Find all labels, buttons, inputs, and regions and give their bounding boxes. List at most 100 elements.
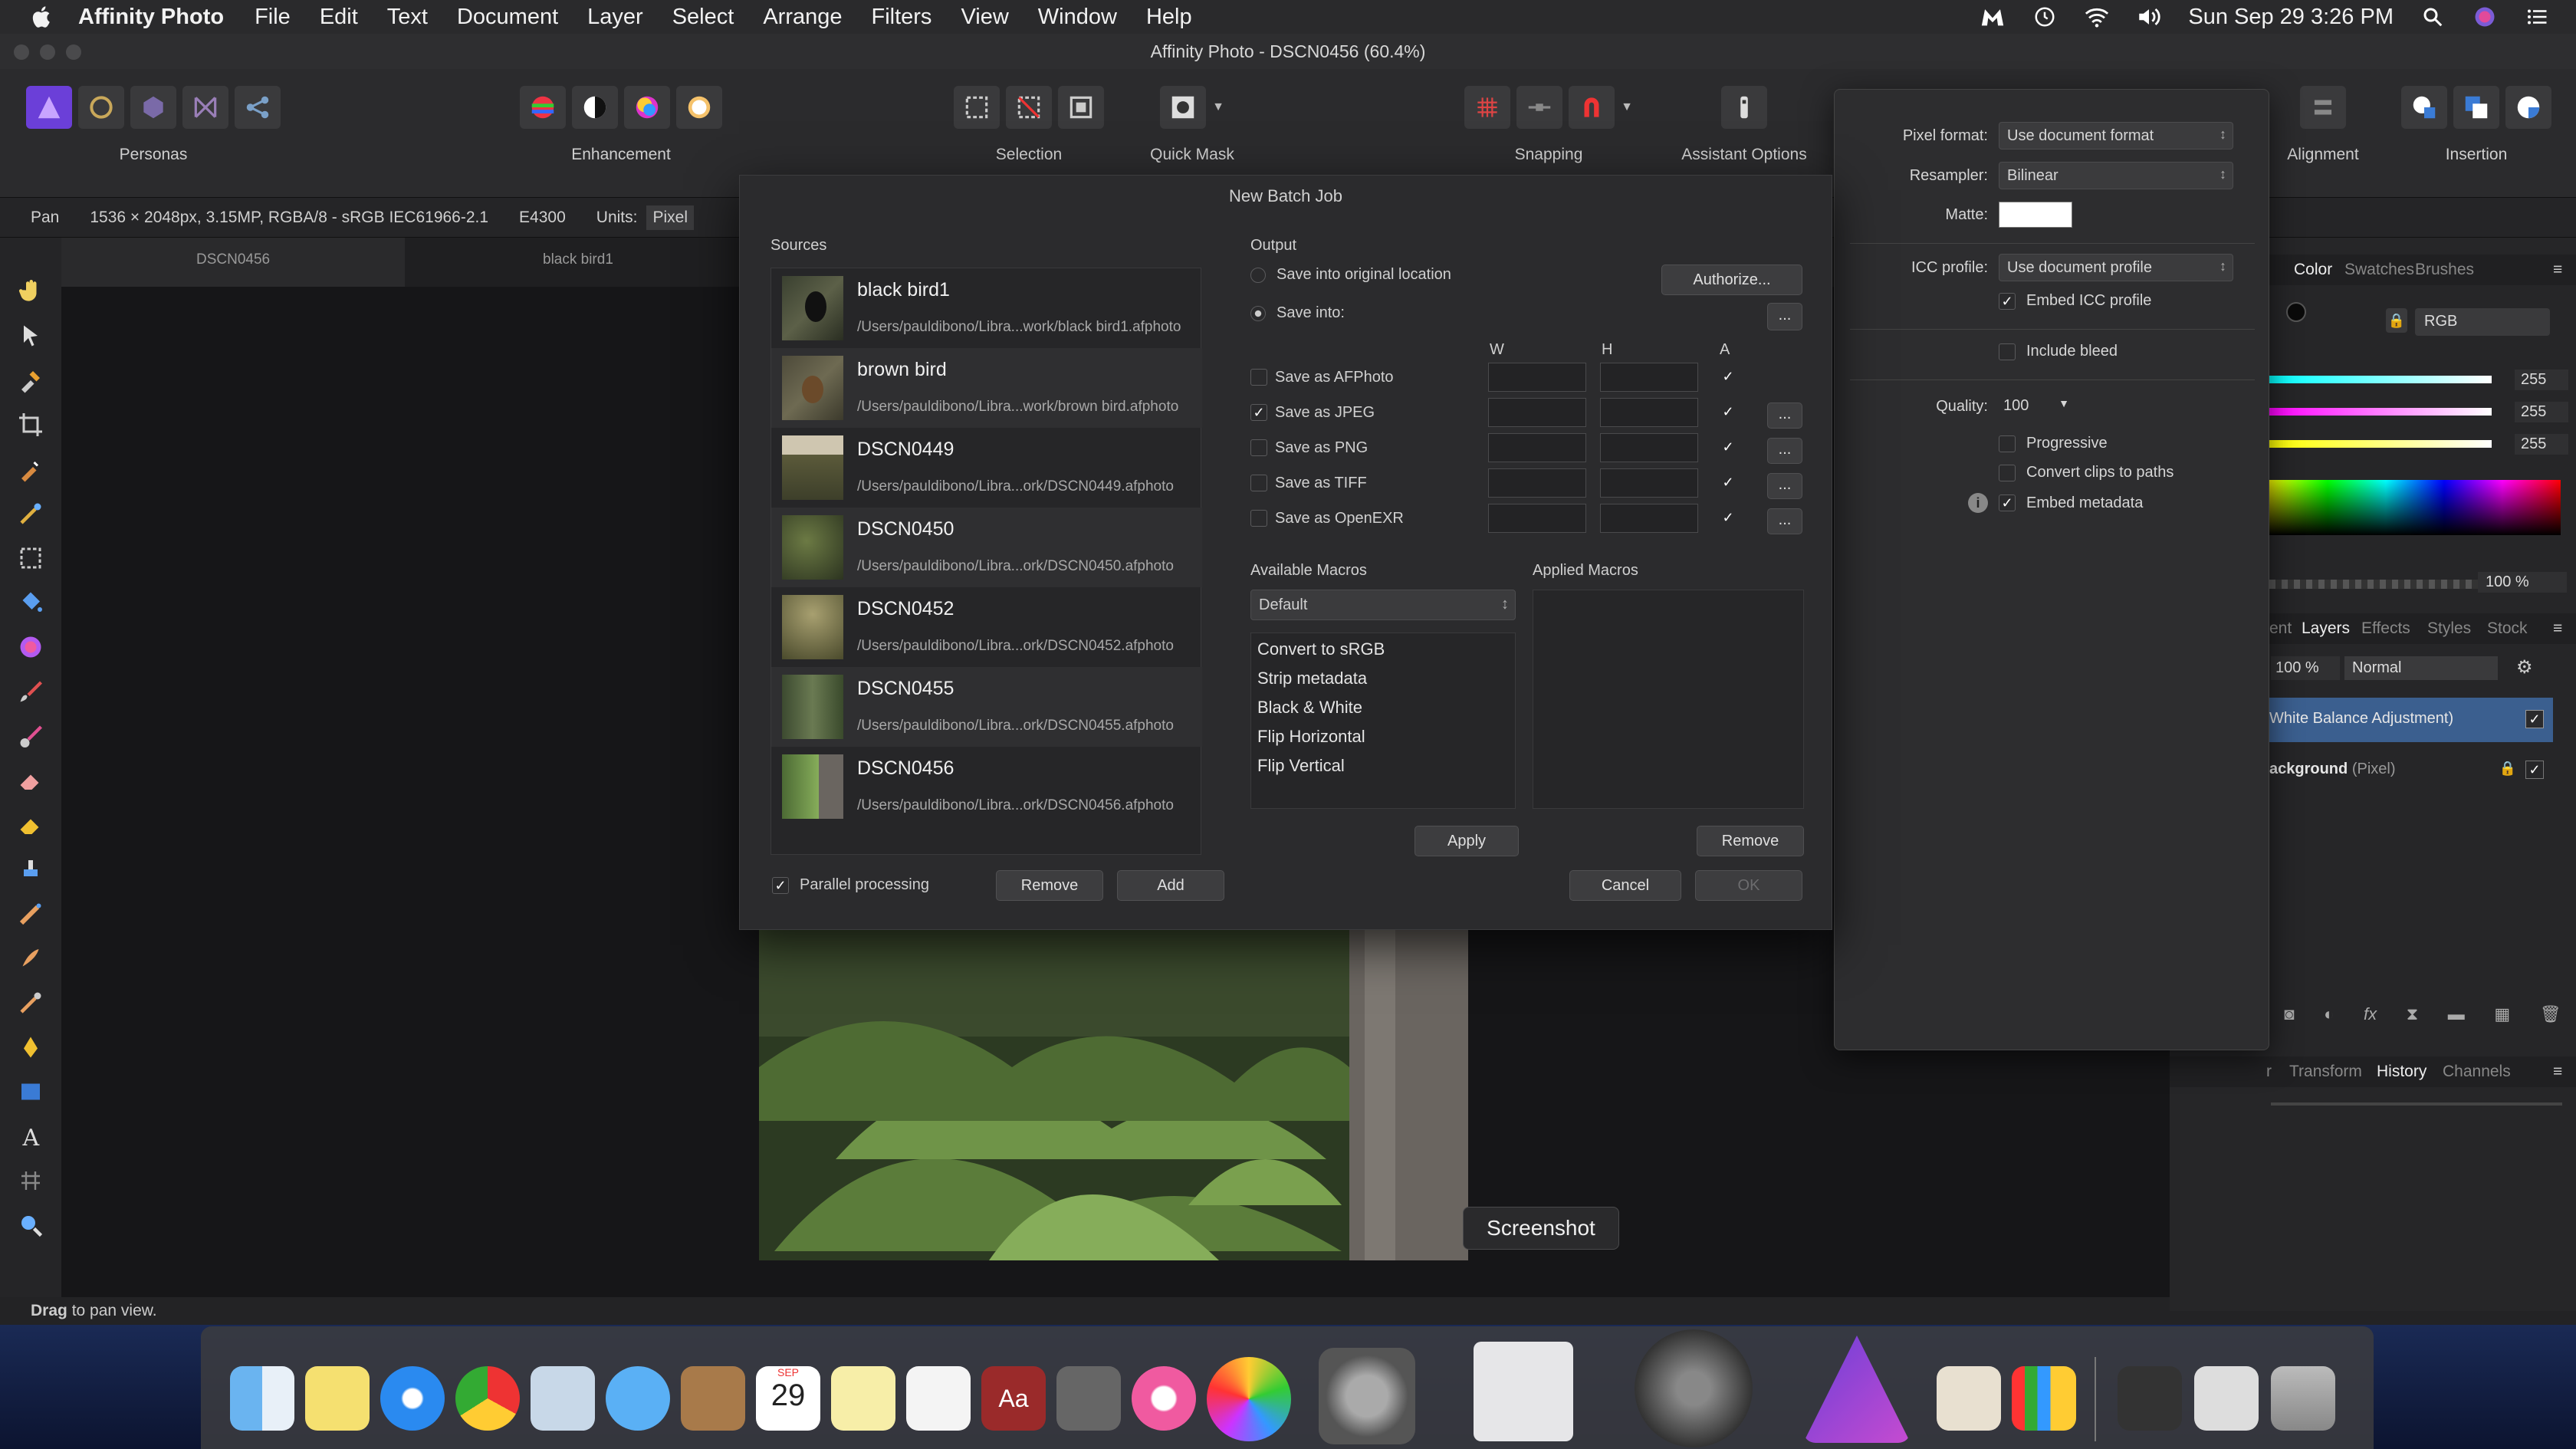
- embed-metadata-checkbox[interactable]: ✓: [1999, 495, 2016, 511]
- panel-menu-icon[interactable]: ≡: [2553, 619, 2562, 638]
- remove-macro-button[interactable]: Remove: [1697, 826, 1804, 856]
- tab-navigator[interactable]: r: [2266, 1063, 2272, 1081]
- mask-icon[interactable]: ◙: [2284, 1004, 2294, 1032]
- tab-adjustment[interactable]: ent: [2269, 619, 2292, 638]
- marquee-tool-icon[interactable]: [17, 544, 44, 572]
- jpeg-height-input[interactable]: [1600, 398, 1698, 427]
- volume-icon[interactable]: [2136, 5, 2162, 28]
- afphoto-height-input[interactable]: [1600, 363, 1698, 392]
- downloads-stack-icon[interactable]: [2118, 1366, 2182, 1431]
- photo-persona-button[interactable]: [26, 86, 72, 129]
- move-tool-icon[interactable]: [17, 322, 44, 350]
- icc-select[interactable]: Use document profile: [1999, 254, 2233, 281]
- menu-window[interactable]: Window: [1038, 5, 1117, 30]
- menu-file[interactable]: File: [255, 5, 291, 30]
- menu-arrange[interactable]: Arrange: [763, 5, 842, 30]
- tab-channels[interactable]: Channels: [2443, 1063, 2511, 1081]
- insert-inside-button[interactable]: [2505, 86, 2551, 129]
- red-slider[interactable]: [2269, 376, 2492, 383]
- app-menu[interactable]: Affinity Photo: [78, 5, 224, 30]
- save-openexr-checkbox[interactable]: [1250, 510, 1267, 527]
- deselect-button[interactable]: [1006, 86, 1052, 129]
- numbers-icon[interactable]: [2012, 1366, 2076, 1431]
- export-persona-button[interactable]: [235, 86, 281, 129]
- include-bleed-checkbox[interactable]: [1999, 343, 2016, 360]
- tab-history[interactable]: History: [2377, 1063, 2426, 1081]
- screenshot-icon[interactable]: [1474, 1342, 1573, 1441]
- folder-icon[interactable]: ▬: [2448, 1004, 2465, 1032]
- chrome-icon[interactable]: [455, 1366, 520, 1431]
- macro-category-select[interactable]: Default ↕: [1250, 590, 1516, 620]
- openexr-alpha-checkbox[interactable]: ✓: [1720, 510, 1737, 527]
- quality-select[interactable]: 100 ▼: [1999, 393, 2072, 419]
- tab-layers[interactable]: Layers: [2302, 619, 2350, 638]
- menu-edit[interactable]: Edit: [320, 5, 358, 30]
- mesh-warp-icon[interactable]: [17, 1167, 44, 1194]
- lock-icon[interactable]: 🔒: [2499, 761, 2516, 777]
- flood-select-icon[interactable]: [17, 500, 44, 527]
- save-afphoto-checkbox[interactable]: [1250, 369, 1267, 386]
- delete-layer-icon[interactable]: 🗑: [2540, 1004, 2561, 1032]
- ok-button[interactable]: OK: [1695, 870, 1802, 901]
- info-icon[interactable]: i: [1968, 493, 1988, 513]
- photos-icon[interactable]: [1207, 1357, 1291, 1441]
- tab-effects[interactable]: Effects: [2361, 619, 2410, 638]
- dictionary-icon[interactable]: Aa: [981, 1366, 1046, 1431]
- selection-brush-icon[interactable]: [17, 455, 44, 483]
- macro-item[interactable]: Flip Vertical: [1257, 756, 1345, 776]
- paint-brush-icon[interactable]: [17, 678, 44, 705]
- list-item[interactable]: DSCN0449 /Users/pauldibono/Libra...ork/D…: [771, 428, 1202, 508]
- save-png-checkbox[interactable]: [1250, 439, 1267, 456]
- snapping-button[interactable]: [1569, 86, 1615, 129]
- affinity-photo-app-icon[interactable]: [1803, 1336, 1911, 1443]
- afphoto-alpha-checkbox[interactable]: ✓: [1720, 369, 1737, 386]
- menu-select[interactable]: Select: [672, 5, 734, 30]
- secondary-color-swatch[interactable]: [2286, 302, 2306, 322]
- save-original-radio[interactable]: [1250, 267, 1266, 283]
- tiff-width-input[interactable]: [1488, 468, 1586, 498]
- authorize-button[interactable]: Authorize...: [1661, 264, 1802, 295]
- fx-icon[interactable]: fx: [2364, 1004, 2377, 1032]
- opacity-slider[interactable]: [2269, 580, 2484, 589]
- select-all-button[interactable]: [954, 86, 1000, 129]
- contacts-icon[interactable]: [681, 1366, 745, 1431]
- blend-mode-select[interactable]: Normal: [2344, 656, 2498, 680]
- openexr-height-input[interactable]: [1600, 504, 1698, 533]
- insert-behind-button[interactable]: [2401, 86, 2447, 129]
- macro-item[interactable]: Flip Horizontal: [1257, 727, 1365, 747]
- snap-grid-button[interactable]: [1464, 86, 1511, 129]
- chevron-down-icon[interactable]: ▼: [1621, 86, 1633, 129]
- system-preferences-icon[interactable]: [1319, 1348, 1415, 1444]
- documents-stack-icon[interactable]: [2194, 1366, 2259, 1431]
- embed-icc-checkbox[interactable]: ✓: [1999, 292, 2016, 310]
- macro-item[interactable]: Black & White: [1257, 698, 1362, 718]
- zoom-window-button[interactable]: [66, 44, 81, 60]
- save-tiff-checkbox[interactable]: [1250, 475, 1267, 491]
- eraser-icon[interactable]: [17, 767, 44, 794]
- units-select[interactable]: Pixel: [646, 205, 694, 230]
- menu-filters[interactable]: Filters: [871, 5, 932, 30]
- tab-stock[interactable]: Stock: [2487, 619, 2528, 638]
- levels-button[interactable]: [520, 86, 566, 129]
- available-macros-list[interactable]: Convert to sRGB Strip metadata Black & W…: [1250, 632, 1516, 809]
- red-value[interactable]: 255: [2515, 370, 2568, 390]
- malwarebytes-icon[interactable]: [1980, 5, 2006, 28]
- layer-opacity-select[interactable]: 100 %: [2271, 656, 2340, 680]
- macro-item[interactable]: Strip metadata: [1257, 669, 1367, 688]
- list-item[interactable]: brown bird /Users/pauldibono/Libra...wor…: [771, 348, 1202, 428]
- green-slider[interactable]: [2269, 408, 2492, 416]
- close-window-button[interactable]: [14, 44, 29, 60]
- develop-persona-button[interactable]: [130, 86, 176, 129]
- tab-brushes[interactable]: Brushes: [2415, 261, 2474, 279]
- layer-visibility-checkbox[interactable]: ✓: [2525, 710, 2544, 728]
- invert-selection-button[interactable]: [1058, 86, 1104, 129]
- apple-icon[interactable]: [29, 4, 55, 30]
- tab-dscn0456[interactable]: DSCN0456: [196, 251, 270, 268]
- jpeg-width-input[interactable]: [1488, 398, 1586, 427]
- list-item[interactable]: DSCN0450 /Users/pauldibono/Libra...ork/D…: [771, 508, 1202, 587]
- contrast-button[interactable]: [572, 86, 618, 129]
- zoom-tool-icon[interactable]: [17, 1211, 44, 1239]
- clone-tool-icon[interactable]: [17, 856, 44, 883]
- trash-icon[interactable]: [2271, 1366, 2335, 1431]
- add-source-button[interactable]: Add: [1117, 870, 1224, 901]
